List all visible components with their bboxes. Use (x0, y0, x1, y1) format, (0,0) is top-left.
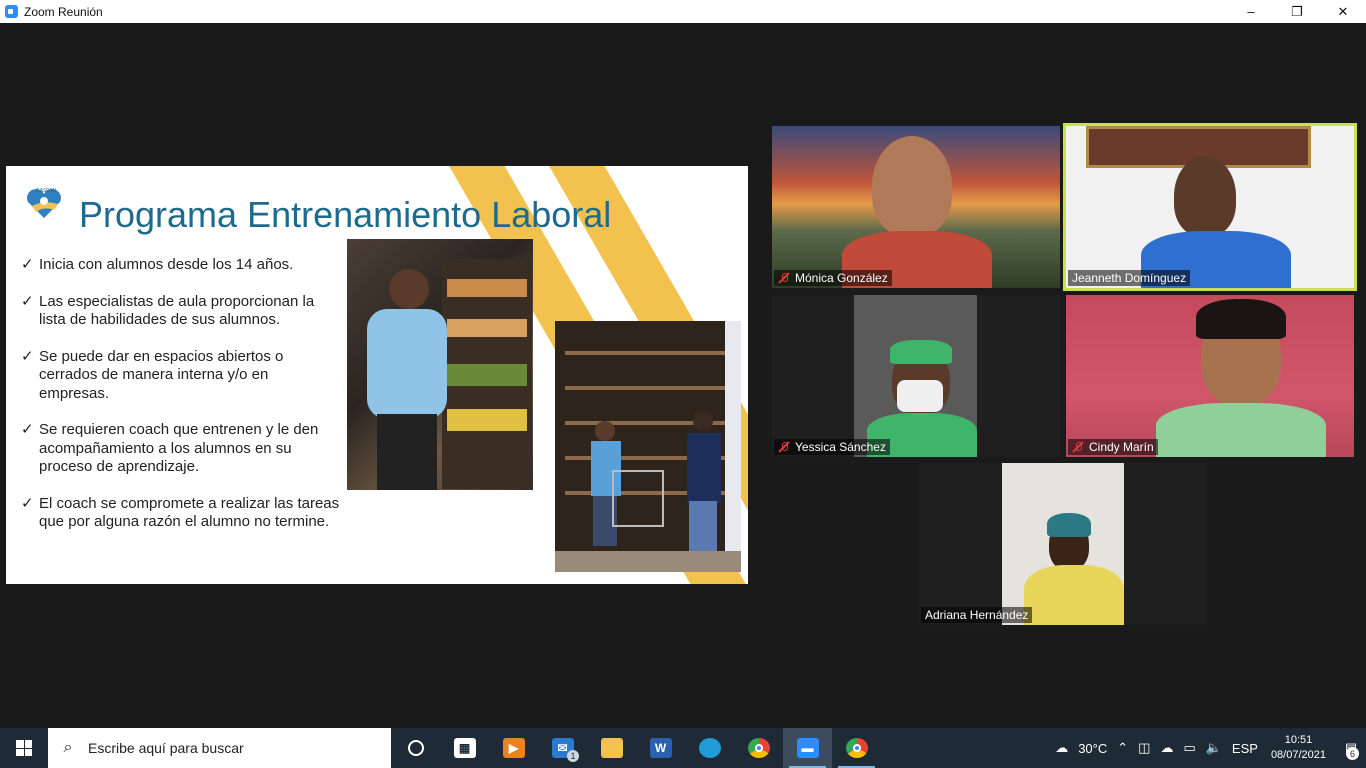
caspan-logo: CASPAN (27, 188, 61, 218)
participant-video (872, 136, 952, 236)
clock-time: 10:51 (1284, 734, 1313, 746)
muted-mic-icon (1072, 441, 1084, 453)
muted-mic-icon (778, 272, 790, 284)
chrome-profile-icon (845, 738, 868, 758)
participant-tile[interactable]: Yessica Sánchez (772, 295, 1060, 457)
taskbar-search-box[interactable]: ⌕ Escribe aquí para buscar (48, 728, 391, 768)
store-icon: ▦ (453, 738, 476, 758)
participant-name-label: Yessica Sánchez (774, 439, 890, 455)
participant-name-label: Jeanneth Domínguez (1068, 270, 1191, 286)
zoom-icon: ▬ (796, 738, 819, 758)
slide-bullet: ✓ El coach se compromete a realizar las t… (21, 494, 340, 531)
word-icon: W (649, 738, 672, 758)
window-title: Zoom Reunión (24, 4, 103, 19)
slide-title: Programa Entrenamiento Laboral (79, 194, 612, 235)
input-language[interactable]: ESP (1232, 741, 1258, 756)
shared-slide: CASPAN Programa Entrenamiento Laboral ✓ I… (6, 166, 748, 584)
search-placeholder: Escribe aquí para buscar (88, 740, 244, 756)
checkmark-icon: ✓ (21, 292, 34, 310)
weather-icon[interactable]: ☁ (1055, 740, 1068, 756)
maximize-button[interactable]: ❐ (1274, 0, 1320, 23)
windows-logo-icon (16, 740, 32, 756)
video-editor-icon: ▶ (502, 738, 525, 758)
windows-taskbar: ⌕ Escribe aquí para buscar ▦ ▶ ✉ 1 W ▬ ☁… (0, 728, 1366, 768)
cortana-button[interactable] (391, 728, 440, 768)
checkmark-icon: ✓ (21, 256, 34, 273)
participant-tile[interactable]: Mónica González (772, 126, 1060, 288)
window-titlebar: Zoom Reunión – ❐ ✕ (0, 0, 1366, 23)
slide-bullet-list: ✓ Inicia con alumnos desde los 14 años. ✓… (21, 256, 341, 550)
video-editor-button[interactable]: ▶ (489, 728, 538, 768)
participant-name-label: Adriana Hernández (921, 607, 1033, 623)
action-center-button[interactable]: ▤ 6 (1336, 728, 1366, 768)
search-icon: ⌕ (63, 739, 73, 756)
slide-bullet: ✓ Se requieren coach que entrenen y le de… (21, 421, 319, 475)
participant-name-label: Mónica González (774, 270, 892, 286)
slide-bullet: ✓ Inicia con alumnos desde los 14 años. (21, 256, 294, 273)
zoom-button[interactable]: ▬ (783, 728, 832, 768)
show-hidden-icons-chevron-icon[interactable]: ⌃ (1117, 740, 1128, 756)
chrome-button[interactable] (734, 728, 783, 768)
participant-tile[interactable]: Adriana Hernández (919, 463, 1207, 625)
word-button[interactable]: W (636, 728, 685, 768)
mail-badge: 1 (567, 750, 579, 762)
cortana-icon (407, 740, 424, 756)
slide-photo-wine-store (555, 321, 741, 572)
file-explorer-button[interactable] (587, 728, 636, 768)
taskbar-clock[interactable]: 10:51 08/07/2021 (1271, 733, 1326, 763)
slide-bullet: ✓ Las especialistas de aula proporcionan … (21, 292, 315, 329)
edge-icon (698, 738, 721, 758)
checkmark-icon: ✓ (21, 421, 34, 438)
participant-video (1174, 156, 1236, 236)
start-button[interactable] (0, 728, 48, 768)
participant-tile[interactable]: Cindy Marín (1066, 295, 1354, 457)
volume-icon[interactable]: 🔈 (1206, 740, 1222, 756)
zoom-app-icon (5, 5, 18, 18)
minimize-button[interactable]: – (1228, 0, 1274, 23)
mail-button[interactable]: ✉ 1 (538, 728, 587, 768)
checkmark-icon: ✓ (21, 494, 34, 512)
weather-temperature[interactable]: 30°C (1078, 741, 1107, 756)
file-explorer-icon (600, 738, 623, 758)
onedrive-cloud-icon[interactable]: ☁ (1160, 740, 1173, 756)
participant-tile-active-speaker[interactable]: Jeanneth Domínguez (1063, 123, 1357, 291)
svg-text:CASPAN: CASPAN (36, 188, 57, 194)
checkmark-icon: ✓ (21, 347, 34, 365)
participant-name-label: Cindy Marín (1068, 439, 1158, 455)
system-tray: ☁ 30°C ⌃ ◫ ☁ ▭ 🔈 ESP 10:51 08/07/2021 ▤ … (1050, 728, 1366, 768)
store-button[interactable]: ▦ (440, 728, 489, 768)
notification-count-badge: 6 (1346, 747, 1359, 760)
meet-now-icon[interactable]: ◫ (1138, 740, 1150, 756)
meeting-stage: CASPAN Programa Entrenamiento Laboral ✓ I… (0, 23, 1366, 728)
clock-date: 08/07/2021 (1270, 749, 1326, 761)
slide-bullet: ✓ Se puede dar en espacios abiertos o cer… (21, 347, 284, 402)
chrome-icon (747, 738, 770, 758)
edge-button[interactable] (685, 728, 734, 768)
slide-photo-store-shelves (347, 239, 533, 490)
muted-mic-icon (778, 441, 790, 453)
network-icon[interactable]: ▭ (1183, 740, 1195, 756)
chrome-profile-button[interactable] (832, 728, 881, 768)
close-button[interactable]: ✕ (1320, 0, 1366, 23)
